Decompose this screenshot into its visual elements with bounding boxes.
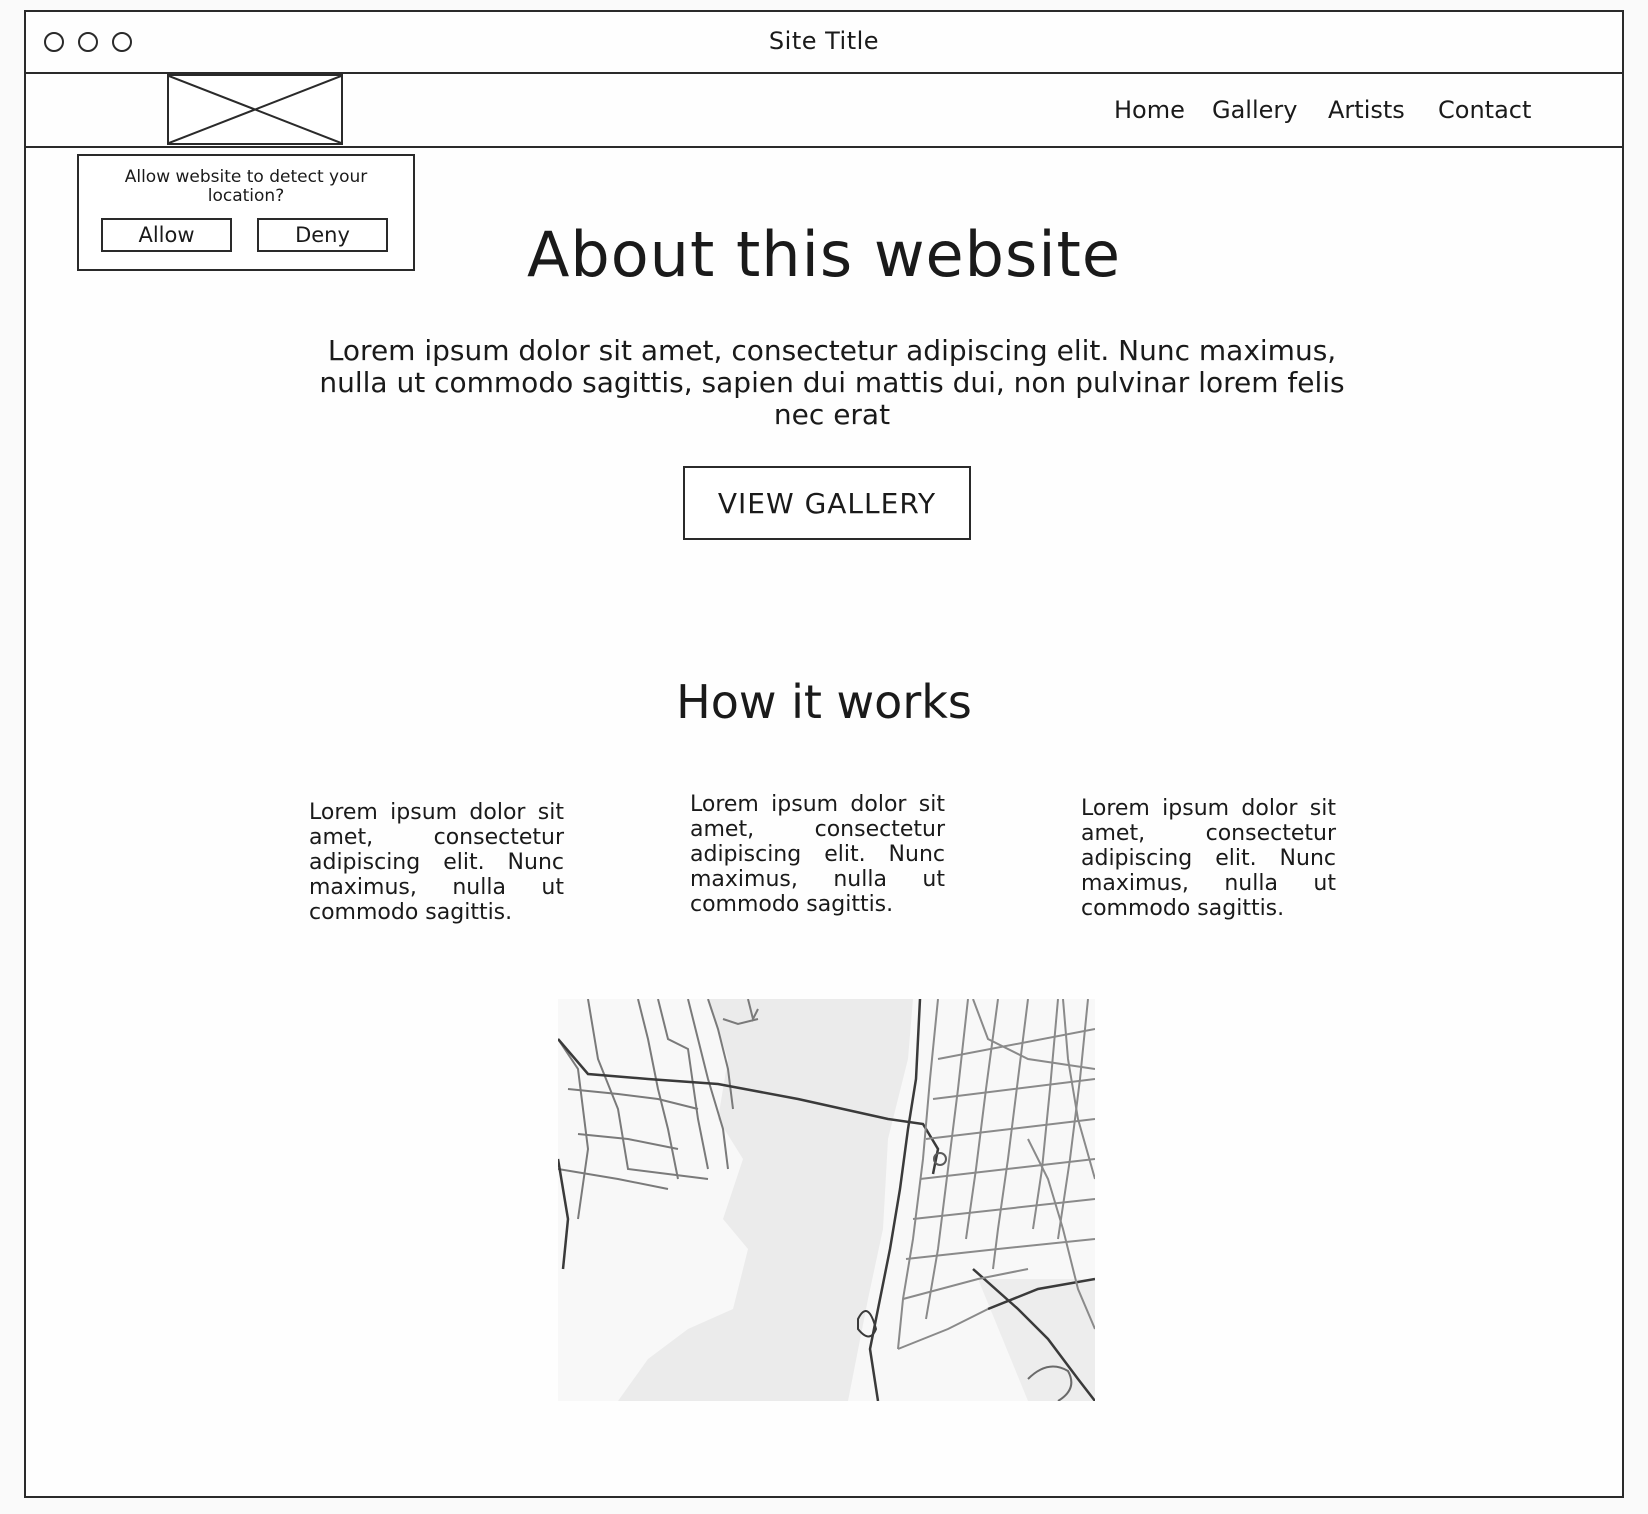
how-it-works-heading: How it works [676,675,972,729]
site-title: Site Title [768,27,880,55]
logo-placeholder-image[interactable] [167,74,343,145]
street-map[interactable] [558,999,1095,1401]
how-it-works-column-3: Lorem ipsum dolor sit amet, consectetur … [1081,796,1336,921]
how-it-works-column-1: Lorem ipsum dolor sit amet, consectetur … [309,800,564,925]
nav-contact[interactable]: Contact [1438,96,1531,124]
nav-gallery[interactable]: Gallery [1212,96,1297,124]
browser-window: Site Title Home Gallery Artists Contact … [24,10,1624,1498]
nav-home[interactable]: Home [1114,96,1185,124]
location-permission-message: Allow website to detect your location? [124,167,368,206]
view-gallery-button[interactable]: VIEW GALLERY [683,466,971,540]
browser-titlebar: Site Title [26,12,1622,74]
site-header: Home Gallery Artists Contact [26,74,1622,148]
about-heading: About this website [526,218,1122,291]
about-body-text: Lorem ipsum dolor sit amet, consectetur … [319,334,1345,431]
how-it-works-column-2: Lorem ipsum dolor sit amet, consectetur … [690,792,945,917]
nav-artists[interactable]: Artists [1328,96,1405,124]
